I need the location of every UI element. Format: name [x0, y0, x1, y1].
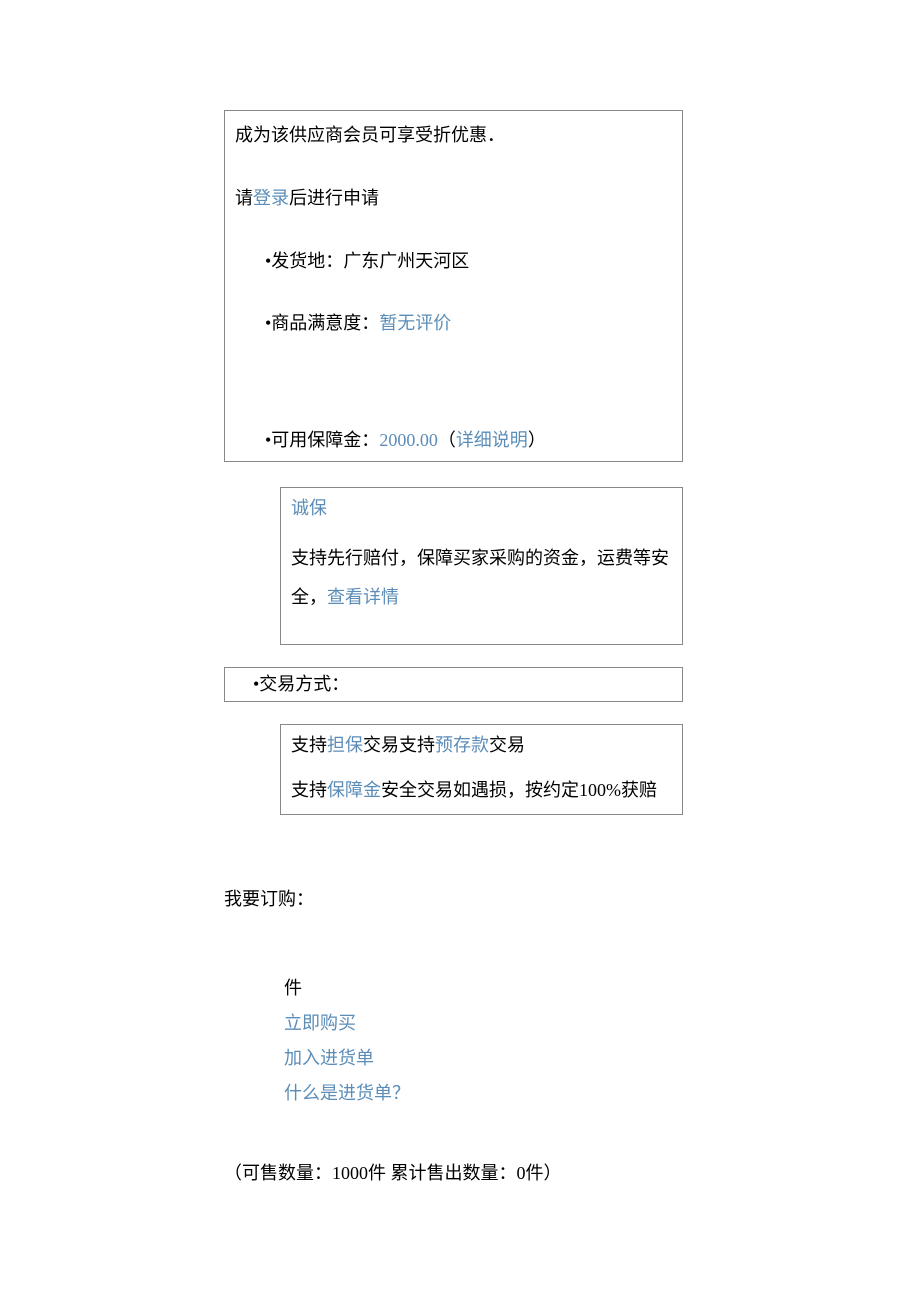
login-prefix: 请	[235, 188, 253, 208]
guarantee-box: 诚保 支持先行赔付，保障买家采购的资金，运费等安全，查看详情	[280, 487, 683, 645]
buy-now-button[interactable]: 立即购买	[284, 1009, 920, 1038]
order-items: 件 立即购买 加入进货单 什么是进货单？	[284, 974, 920, 1107]
stock-info: （可售数量：1000件 累计售出数量：0件）	[224, 1159, 920, 1188]
add-to-cart-button[interactable]: 加入进货单	[284, 1044, 920, 1073]
escrow-link[interactable]: 担保	[327, 735, 363, 755]
login-link[interactable]: 登录	[253, 188, 289, 208]
trade-line1-pre: 支持	[291, 735, 327, 755]
trade-method-box: •交易方式：	[224, 667, 683, 702]
deposit-detail-link[interactable]: 详细说明	[456, 430, 528, 450]
member-discount-text: 成为该供应商会员可享受折优惠．	[235, 121, 672, 150]
deposit-line: •可用保障金：2000.00（详细说明）	[265, 426, 672, 455]
deposit-trade-link[interactable]: 保障金	[327, 780, 381, 800]
trade-line1-mid: 交易支持	[363, 735, 435, 755]
deposit-paren-close: ）	[528, 430, 546, 450]
login-suffix: 后进行申请	[289, 188, 379, 208]
trade-line1-post: 交易	[489, 735, 525, 755]
satisfaction-link[interactable]: 暂无评价	[379, 313, 451, 333]
satisfaction-line: •商品满意度：暂无评价	[265, 309, 672, 338]
member-info-box: 成为该供应商会员可享受折优惠． 请登录后进行申请 •发货地：广东广州天河区 •商…	[224, 110, 683, 462]
trade-line2-post: 安全交易如遇损，按约定100%获赔	[381, 780, 657, 800]
trade-line2-pre: 支持	[291, 780, 327, 800]
deposit-value: 2000.00	[379, 430, 438, 450]
prepay-link[interactable]: 预存款	[435, 735, 489, 755]
guarantee-detail-link[interactable]: 查看详情	[327, 587, 399, 607]
ship-from-line: •发货地：广东广州天河区	[265, 247, 672, 276]
deposit-paren-open: （	[438, 430, 456, 450]
trade-line2: 支持保障金安全交易如遇损，按约定100%获赔	[291, 776, 672, 805]
order-unit: 件	[284, 974, 920, 1003]
trade-support-box: 支持担保交易支持预存款交易 支持保障金安全交易如遇损，按约定100%获赔	[280, 724, 683, 816]
ship-from-value: 广东广州天河区	[343, 251, 469, 271]
order-section: 我要订购： 件 立即购买 加入进货单 什么是进货单？	[224, 885, 920, 1107]
satisfaction-label: •商品满意度：	[265, 313, 379, 333]
what-is-cart-link[interactable]: 什么是进货单？	[284, 1079, 920, 1108]
order-title: 我要订购：	[224, 885, 920, 914]
deposit-label: •可用保障金：	[265, 430, 379, 450]
login-prompt: 请登录后进行申请	[235, 184, 672, 213]
guarantee-desc: 支持先行赔付，保障买家采购的资金，运费等安全，查看详情	[291, 539, 672, 618]
trade-method-label: •交易方式：	[253, 674, 349, 694]
guarantee-title[interactable]: 诚保	[291, 494, 672, 523]
trade-line1: 支持担保交易支持预存款交易	[291, 731, 672, 760]
ship-from-label: •发货地：	[265, 251, 343, 271]
